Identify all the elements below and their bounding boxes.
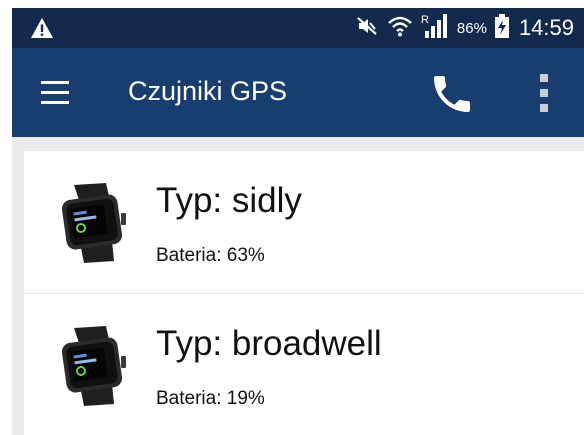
overflow-menu-button[interactable] — [532, 72, 556, 114]
warning-icon — [30, 17, 54, 44]
app-bar: Czujniki GPS — [12, 48, 584, 137]
app-screen: R 86% 14:59 Czujniki GPS Typ: sidly Bate… — [0, 0, 584, 435]
device-type: Typ: broadwell — [156, 324, 382, 363]
mute-icon — [355, 15, 379, 42]
call-button[interactable] — [428, 70, 476, 118]
device-item[interactable]: Typ: broadwell Bateria: 19% — [24, 294, 584, 435]
device-type: Typ: sidly — [156, 181, 302, 220]
device-item[interactable]: Typ: sidly Bateria: 63% — [24, 151, 584, 293]
smartwatch-icon — [61, 326, 126, 406]
status-icons: R 86% 14:59 — [355, 8, 574, 48]
clock: 14:59 — [518, 15, 574, 40]
device-list: Typ: sidly Bateria: 63% Typ: broadwell B… — [24, 151, 584, 435]
svg-text:R: R — [421, 14, 429, 26]
battery-percent: 86% — [456, 19, 487, 37]
content-area: Typ: sidly Bateria: 63% Typ: broadwell B… — [12, 137, 584, 435]
wifi-icon — [387, 14, 413, 43]
device-battery: Bateria: 19% — [156, 388, 265, 409]
page-title: Czujniki GPS — [128, 76, 288, 106]
phone-icon — [428, 76, 476, 122]
device-battery: Bateria: 63% — [156, 245, 265, 266]
battery-charging-icon — [494, 13, 509, 43]
smartwatch-icon — [61, 183, 126, 263]
signal-roaming-icon: R — [421, 13, 449, 44]
menu-button[interactable] — [38, 78, 72, 108]
status-bar: R 86% 14:59 — [12, 8, 584, 48]
